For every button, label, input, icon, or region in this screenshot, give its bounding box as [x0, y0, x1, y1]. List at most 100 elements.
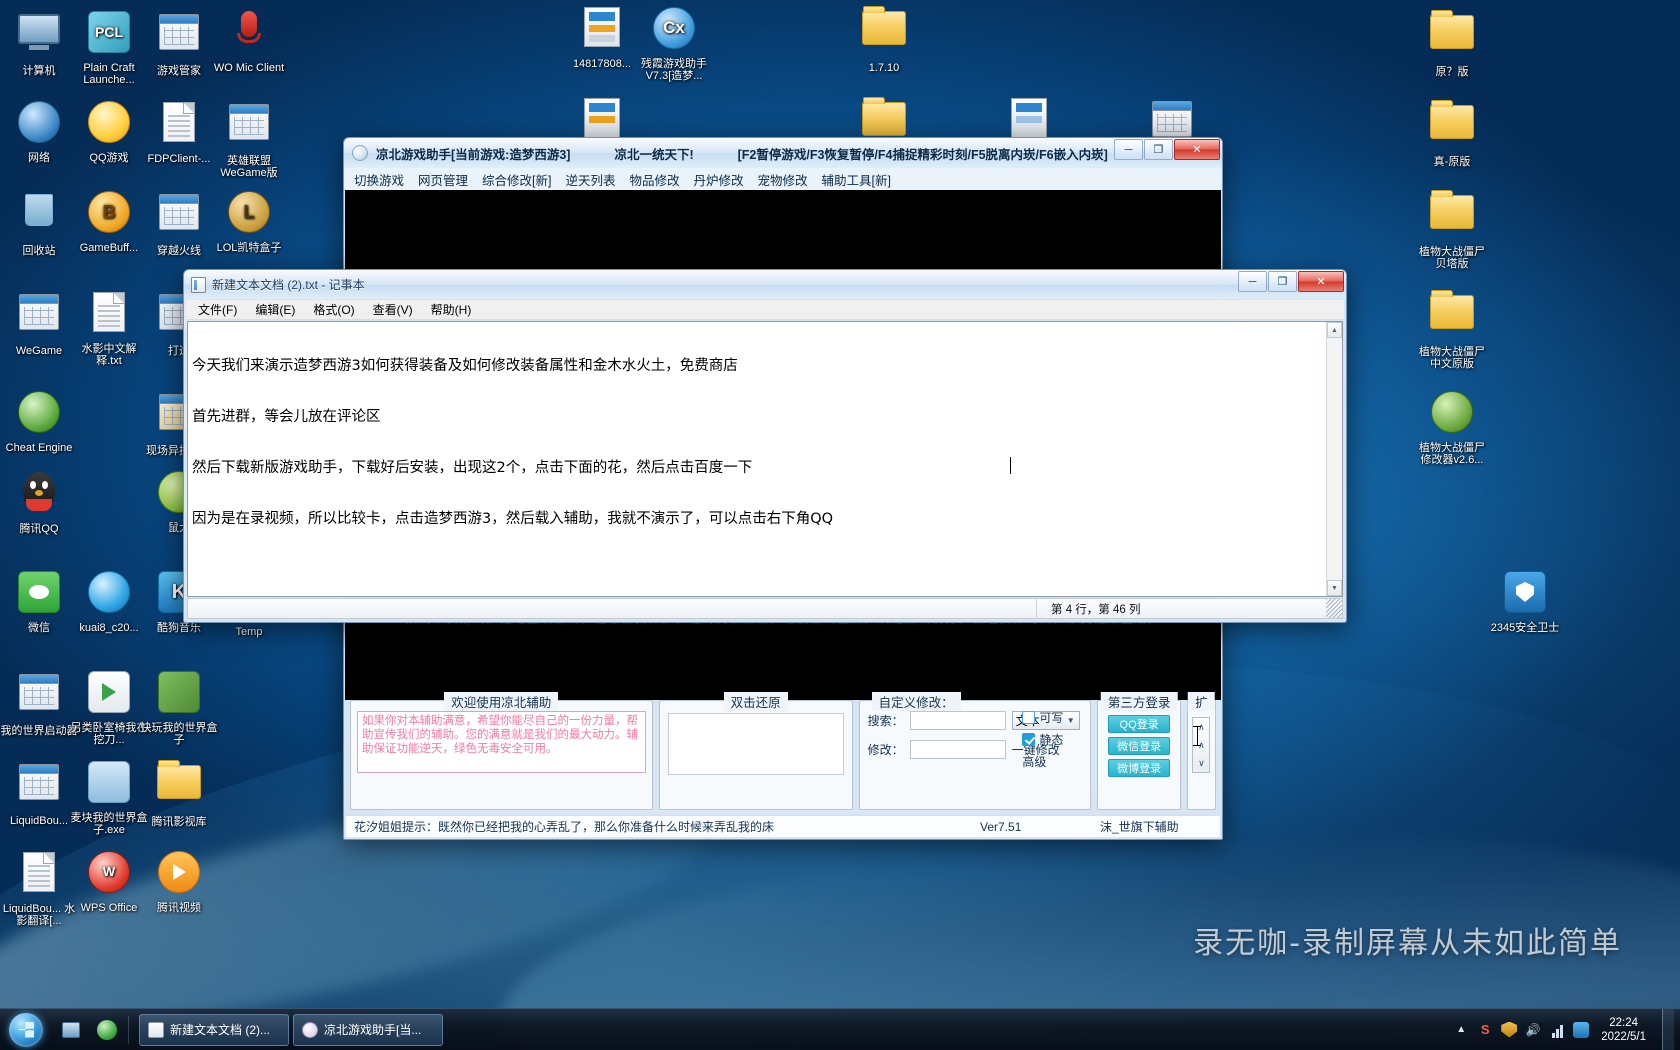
desktop-icon-maikuai-box[interactable]: 麦块我的世界盒子.exe [70, 758, 148, 836]
desktop-icon-14817808-archive[interactable]: 14817808... [563, 4, 641, 70]
menu-help[interactable]: 帮助(H) [423, 299, 480, 320]
helper-menu-web-manage[interactable]: 网页管理 [418, 170, 468, 189]
helper-titlebar[interactable]: 凉北游戏助手[当前游戏:造梦西游3] 凉北一统天下! [F2暂停游戏/F3恢复暂… [344, 138, 1222, 168]
helper-menubar[interactable]: 切换游戏 网页管理 综合修改[新] 逆天列表 物品修改 丹炉修改 宠物修改 辅助… [344, 168, 1222, 190]
icon-label: 腾讯视频 [157, 902, 201, 914]
desktop-icon-qq-game[interactable]: QQ游戏 [70, 98, 148, 164]
desktop-icon-pvz-beta[interactable]: 植物大战僵尸 贝塔版 [1413, 188, 1491, 270]
search-input[interactable] [909, 711, 1006, 730]
desktop-icon-shuiying-txt[interactable]: 水影中文解释.txt [70, 288, 148, 367]
notepad-close-button[interactable]: ✕ [1298, 271, 1344, 292]
notepad-titlebar[interactable]: 新建文本文档 (2).txt - 记事本 ─ ❐ ✕ [184, 270, 1346, 299]
helper-minimize-button[interactable]: ─ [1114, 139, 1143, 160]
wechat-login-button[interactable]: 微信登录 [1108, 737, 1171, 755]
desktop-icon-recycle-bin[interactable]: 回收站 [0, 188, 78, 257]
helper-menu-nitian-list[interactable]: 逆天列表 [565, 170, 615, 189]
helper-maximize-button[interactable]: ❐ [1144, 139, 1173, 160]
desktop-icon-mc-box[interactable]: 快玩我的世界盒子 [140, 668, 218, 746]
helper-menu-furnace-modify[interactable]: 丹炉修改 [694, 170, 744, 189]
helper-menu-pet-modify[interactable]: 宠物修改 [758, 170, 808, 189]
helper-menu-comprehensive[interactable]: 综合修改[新] [482, 170, 551, 189]
desktop-icon-liquidbounce-translate[interactable]: LiquidBou... 水影翻译[... [0, 848, 78, 927]
extend-arrows-button[interactable]: ∧ ∧ ∨ [1192, 717, 1211, 773]
desktop-icon-wegame[interactable]: WeGame [0, 288, 78, 357]
static-checkbox[interactable] [1022, 733, 1036, 746]
helper-menu-tools[interactable]: 辅助工具[新] [822, 170, 891, 189]
writable-checkbox[interactable] [1022, 711, 1036, 724]
document-icon [85, 292, 133, 340]
speaker-icon[interactable]: 🔊 [1525, 1022, 1541, 1038]
desktop-icon-liquidbounce[interactable]: LiquidBou... [0, 758, 78, 827]
desktop-icon-tencent-video[interactable]: 腾讯视频 [140, 848, 218, 914]
show-desktop-button[interactable] [1662, 1008, 1674, 1050]
folder-icon [1428, 10, 1476, 63]
desktop-icon-fdpclient[interactable]: FDPClient-... [140, 98, 218, 165]
arrow-up-icon[interactable]: ▲ [1453, 1022, 1469, 1038]
desktop-icon-yuan-ban[interactable]: 原？版 [1413, 8, 1491, 78]
taskbar[interactable]: 新建文本文档 (2)... 凉北游戏助手[当... ▲ S 🔊 22:24 20… [0, 1008, 1680, 1050]
menu-view[interactable]: 查看(V) [365, 299, 421, 320]
desktop-icon-minecraft-launcher[interactable]: 我的世界启动器 [0, 668, 78, 737]
security-icon[interactable] [1573, 1021, 1590, 1038]
modify-input[interactable] [909, 740, 1006, 759]
desktop-icon-kuai8[interactable]: kuai8_c20... [70, 568, 148, 634]
resize-grip[interactable] [1326, 599, 1342, 618]
desktop-icon-computer[interactable]: 计算机 [0, 8, 78, 77]
helper-close-button[interactable]: ✕ [1174, 139, 1220, 160]
icon-label: Temp [235, 626, 263, 638]
desktop-icon-crossfire[interactable]: 穿越火线 [140, 188, 218, 257]
quicklaunch-show-desktop[interactable] [56, 1015, 86, 1045]
network-icon[interactable] [1549, 1022, 1565, 1038]
menu-format[interactable]: 格式(O) [305, 299, 362, 320]
shield-icon[interactable] [1501, 1021, 1518, 1038]
helper-menu-switch-game[interactable]: 切换游戏 [354, 170, 404, 189]
desktop-icon-network[interactable]: 网络 [0, 98, 78, 164]
desktop-icon-game-manager[interactable]: 游戏管家 [140, 8, 218, 77]
static-checkbox-row[interactable]: 静态 [1022, 731, 1086, 748]
desktop-icon-pvz-chinese[interactable]: 植物大战僵尸 中文原版 [1413, 288, 1491, 370]
notepad-menubar[interactable]: 文件(F) 编辑(E) 格式(O) 查看(V) 帮助(H) [186, 300, 1344, 320]
desktop-icon-canxia-helper[interactable]: Cx 残霞游戏助手 V7.3[造梦... [635, 4, 713, 82]
notepad-text-area[interactable]: 今天我们来演示造梦西游3如何获得装备及如何修改装备属性和金木水火土，免费商店 首… [188, 322, 1326, 746]
quicklaunch-ie[interactable] [92, 1015, 122, 1045]
helper-menu-item-modify[interactable]: 物品修改 [630, 170, 680, 189]
desktop-icon-tencent-video-lib[interactable]: 腾讯影视库 [140, 758, 218, 828]
start-button[interactable] [2, 1010, 50, 1050]
qq-login-button[interactable]: QQ登录 [1108, 715, 1171, 733]
notepad-maximize-button[interactable]: ❐ [1268, 271, 1297, 292]
notepad-minimize-button[interactable]: ─ [1238, 271, 1267, 292]
desktop-icon-wo-mic-client[interactable]: WO Mic Client [210, 8, 288, 74]
advanced-button[interactable]: 高级 [1022, 753, 1046, 770]
icon-label: 计算机 [22, 65, 56, 77]
taskbar-item-helper[interactable]: 凉北游戏助手[当... [293, 1013, 443, 1046]
desktop-icon-wechat[interactable]: 微信 [0, 568, 78, 634]
desktop-icon-lol-wegame[interactable]: 英雄联盟 WeGame版 [210, 98, 288, 179]
notepad-window[interactable]: 新建文本文档 (2).txt - 记事本 ─ ❐ ✕ 文件(F) 编辑(E) 格… [183, 269, 1347, 746]
menu-edit[interactable]: 编辑(E) [247, 299, 303, 320]
desktop-icon-lol-box[interactable]: L LOL凯特盒子 [210, 188, 288, 254]
notepad-text-area-wrap[interactable]: 今天我们来演示造梦西游3如何获得装备及如何修改装备属性和金木水火土，免费商店 首… [187, 321, 1343, 746]
desktop-icon-zhen-yuanban[interactable]: 真-原版 [1413, 98, 1491, 168]
weibo-login-button[interactable]: 微博登录 [1108, 759, 1171, 777]
system-tray[interactable]: ▲ S 🔊 22:24 2022/5/1 [1453, 1008, 1680, 1050]
desktop-icon-plain-craft-launcher[interactable]: PCL Plain Craft Launche... [70, 8, 148, 86]
menu-file[interactable]: 文件(F) [190, 299, 245, 320]
advanced-row[interactable]: 高级 [1022, 753, 1086, 770]
scroll-up-button[interactable]: ▲ [1327, 322, 1342, 338]
restore-listbox[interactable] [667, 713, 844, 775]
desktop-icon-2345-security[interactable]: 2345安全卫士 [1486, 568, 1564, 634]
desktop-icon-cheat-engine[interactable]: Cheat Engine [0, 388, 78, 454]
desktop-icon-gamebuff[interactable]: B GameBuff... [70, 188, 148, 254]
s-icon[interactable]: S [1477, 1022, 1493, 1038]
desktop-icon-1710-folder[interactable]: 1.7.10 [845, 4, 923, 74]
desktop-icon-wps-office[interactable]: W WPS Office [70, 848, 148, 914]
clock[interactable]: 22:24 2022/5/1 [1597, 1016, 1654, 1044]
taskbar-item-notepad[interactable]: 新建文本文档 (2)... [139, 1013, 289, 1046]
writable-checkbox-row[interactable]: 可写 [1022, 709, 1086, 726]
scroll-down-button[interactable]: ▼ [1327, 580, 1342, 596]
desktop-icon-video-player[interactable]: 另类卧室椅我在挖刀... [70, 668, 148, 746]
desktop[interactable]: 计算机 PCL Plain Craft Launche... 游戏管家 WO M… [0, 0, 1680, 1050]
desktop-icon-pvz-trainer[interactable]: 植物大战僵尸 修改器v2.6... [1413, 388, 1491, 466]
notepad-scrollbar[interactable]: ▲ ▼ [1326, 322, 1342, 596]
desktop-icon-tencent-qq[interactable]: 腾讯QQ [0, 468, 78, 535]
